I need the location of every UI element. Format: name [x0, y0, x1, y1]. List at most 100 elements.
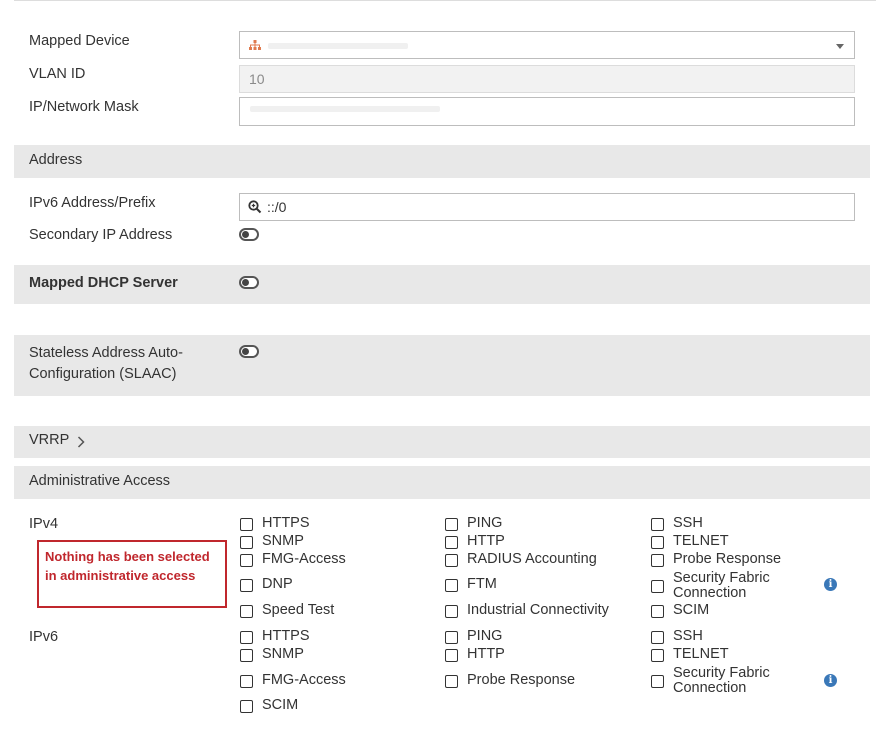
checkbox-label: DNP	[262, 576, 293, 592]
chevron-down-icon	[836, 44, 844, 49]
checkbox-box	[240, 649, 253, 662]
info-icon[interactable]: i	[824, 578, 837, 591]
admin-access-title: Administrative Access	[29, 473, 171, 489]
checkbox-label: FTM	[467, 576, 497, 592]
address-section-title: Address	[29, 152, 83, 168]
checkbox-box	[651, 675, 664, 688]
fabric-line1: Security Fabric	[673, 570, 770, 586]
top-divider	[14, 0, 876, 1]
ipv6-fmg-access-checkbox[interactable]: FMG-Access	[240, 673, 346, 688]
address-section-header: Address	[14, 145, 870, 178]
checkbox-label: RADIUS Accounting	[467, 551, 597, 567]
checkbox-box	[651, 631, 664, 644]
checkbox-box	[651, 536, 664, 549]
checkbox-label: Speed Test	[262, 602, 335, 618]
ipv6-snmp-checkbox[interactable]: SNMP	[240, 647, 304, 662]
checkbox-box	[445, 518, 458, 531]
checkbox-label: HTTPS	[262, 628, 310, 644]
mapped-device-select[interactable]	[239, 31, 855, 59]
ipv4-ping-checkbox[interactable]: PING	[445, 516, 502, 531]
fabric-line2: Connection	[673, 680, 747, 696]
ipv6-ssh-checkbox[interactable]: SSH	[651, 629, 703, 644]
checkbox-label: SSH	[673, 515, 703, 531]
checkbox-box	[651, 554, 664, 567]
ipv6-prefix-value: ::/0	[267, 199, 287, 215]
checkbox-box	[445, 631, 458, 644]
ipv6-ping-checkbox[interactable]: PING	[445, 629, 502, 644]
ipv4-speed-test-checkbox[interactable]: Speed Test	[240, 603, 334, 618]
checkbox-box	[445, 554, 458, 567]
checkbox-box	[651, 580, 664, 593]
ip-mask-input[interactable]	[239, 97, 855, 126]
ipv4-label: IPv4	[29, 516, 59, 532]
ipv6-probe-response-checkbox[interactable]: Probe Response	[445, 673, 575, 688]
ipv4-dnp-checkbox[interactable]: DNP	[240, 577, 293, 592]
ipv4-security-fabric-checkbox[interactable]: Security Fabric Connection	[651, 571, 770, 601]
ipv4-fmg-access-checkbox[interactable]: FMG-Access	[240, 552, 346, 567]
ip-mask-label: IP/Network Mask	[29, 99, 139, 115]
ipv4-probe-response-checkbox[interactable]: Probe Response	[651, 552, 781, 567]
network-device-icon	[249, 40, 261, 50]
vlan-id-label: VLAN ID	[29, 66, 86, 82]
checkbox-box	[240, 536, 253, 549]
slaac-label: Stateless Address Auto- Configuration (S…	[29, 343, 183, 385]
slaac-section: Stateless Address Auto- Configuration (S…	[14, 335, 870, 396]
checkbox-box	[445, 579, 458, 592]
checkbox-label: HTTP	[467, 533, 505, 549]
slaac-label-line1: Stateless Address Auto-	[29, 345, 183, 361]
annotation-callout: Nothing has been selected in administrat…	[37, 540, 227, 608]
fabric-line1: Security Fabric	[673, 665, 770, 681]
mapped-dhcp-toggle[interactable]	[239, 276, 259, 289]
ipv6-https-checkbox[interactable]: HTTPS	[240, 629, 310, 644]
vlan-id-field: 10	[239, 65, 855, 93]
checkbox-box	[240, 631, 253, 644]
checkbox-label: HTTP	[467, 646, 505, 662]
checkbox-label: SSH	[673, 628, 703, 644]
chevron-right-icon	[77, 436, 85, 448]
ipv6-security-fabric-checkbox[interactable]: Security Fabric Connection	[651, 666, 770, 696]
ipv6-prefix-input[interactable]: ::/0	[239, 193, 855, 221]
checkbox-label: PING	[467, 628, 503, 644]
secondary-ip-toggle[interactable]	[239, 228, 259, 241]
checkbox-box	[240, 675, 253, 688]
info-icon[interactable]: i	[824, 674, 837, 687]
checkbox-label: TELNET	[673, 533, 729, 549]
checkbox-box	[240, 700, 253, 713]
checkbox-label: PING	[467, 515, 503, 531]
ipv4-radius-accounting-checkbox[interactable]: RADIUS Accounting	[445, 552, 597, 567]
checkbox-box	[445, 649, 458, 662]
ipv4-telnet-checkbox[interactable]: TELNET	[651, 534, 729, 549]
mapped-dhcp-label: Mapped DHCP Server	[29, 275, 178, 291]
checkbox-label: SCIM	[262, 697, 299, 713]
checkbox-label: Industrial Connectivity	[467, 602, 609, 618]
ipv4-snmp-checkbox[interactable]: SNMP	[240, 534, 304, 549]
checkbox-label: Security Fabric Connection	[673, 571, 770, 601]
ipv6-prefix-label: IPv6 Address/Prefix	[29, 195, 156, 211]
ipv4-ssh-checkbox[interactable]: SSH	[651, 516, 703, 531]
ipv6-scim-checkbox[interactable]: SCIM	[240, 698, 298, 713]
ipv4-http-checkbox[interactable]: HTTP	[445, 534, 505, 549]
admin-access-section-header: Administrative Access	[14, 466, 870, 499]
ipv6-telnet-checkbox[interactable]: TELNET	[651, 647, 729, 662]
checkbox-box	[240, 554, 253, 567]
checkbox-box	[651, 649, 664, 662]
checkbox-box	[651, 605, 664, 618]
checkbox-label: Probe Response	[467, 672, 576, 688]
vrrp-section-header[interactable]: VRRP	[14, 426, 870, 458]
checkbox-label: TELNET	[673, 646, 729, 662]
ipv4-scim-checkbox[interactable]: SCIM	[651, 603, 709, 618]
checkbox-label: FMG-Access	[262, 672, 346, 688]
fabric-line2: Connection	[673, 585, 747, 601]
ipv4-ftm-checkbox[interactable]: FTM	[445, 577, 497, 592]
slaac-toggle[interactable]	[239, 345, 259, 358]
ipv4-industrial-connectivity-checkbox[interactable]: Industrial Connectivity	[445, 603, 609, 618]
checkbox-box	[240, 605, 253, 618]
redacted-value	[268, 43, 408, 49]
search-icon	[248, 200, 262, 214]
checkbox-label: Security Fabric Connection	[673, 666, 770, 696]
checkbox-box	[651, 518, 664, 531]
mapped-device-label: Mapped Device	[29, 33, 130, 49]
ipv6-http-checkbox[interactable]: HTTP	[445, 647, 505, 662]
vrrp-title: VRRP	[29, 432, 70, 448]
ipv4-https-checkbox[interactable]: HTTPS	[240, 516, 310, 531]
